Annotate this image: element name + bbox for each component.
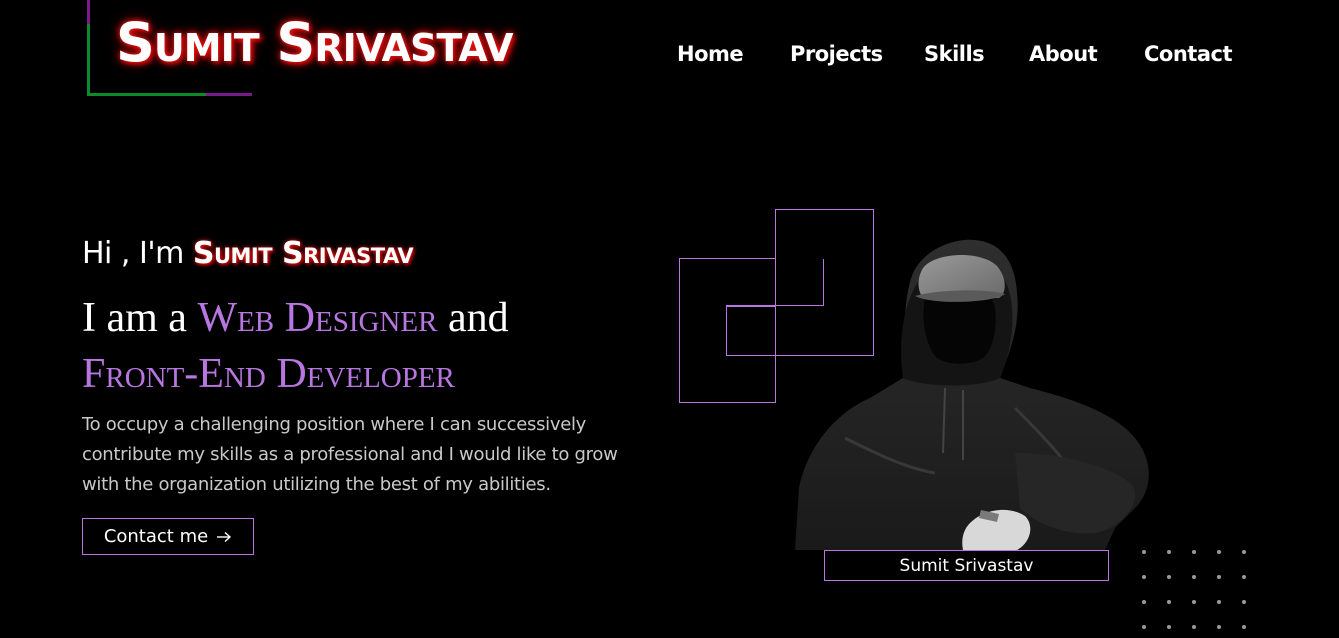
site-logo[interactable]: Sumit Srivastav [116,16,514,70]
decor-dot [1242,600,1246,604]
logo-frame-bottom-border [87,93,252,96]
nav-link-about[interactable]: About [1029,42,1098,66]
nav-link-projects[interactable]: Projects [790,42,883,66]
profile-photo [785,238,1155,550]
dot-grid-decoration [1140,547,1250,638]
headline-role-frontend-developer: Front-End Developer [82,351,455,397]
headline-prefix: I am a [82,295,198,341]
decor-dot [1142,575,1146,579]
decor-dot [1192,550,1196,554]
contact-me-label: Contact me [103,526,209,547]
nav-link-contact[interactable]: Contact [1144,42,1233,66]
logo-frame-left-border [87,0,90,96]
hero-headline: I am a Web Designer and Front-End Develo… [82,290,509,402]
decor-dot [1217,550,1221,554]
nav-link-skills[interactable]: Skills [924,42,985,66]
decor-dot [1217,575,1221,579]
decor-dot [1142,600,1146,604]
decor-dot [1167,625,1171,629]
greeting-prefix: Hi , I'm [82,236,193,271]
decor-dot [1217,625,1221,629]
greeting-name: Sumit Srivastav [192,236,414,271]
decor-dot [1167,550,1171,554]
decor-dot [1142,550,1146,554]
decor-dot [1142,625,1146,629]
hero-greeting: Hi , I'm Sumit Srivastav [82,236,414,271]
headline-and: and [437,295,509,341]
photo-caption: Sumit Srivastav [824,550,1109,581]
arrow-right-icon [216,531,232,543]
headline-role-web-designer: Web Designer [197,295,438,341]
decor-dot [1217,600,1221,604]
decor-dot [1242,575,1246,579]
decor-dot [1167,575,1171,579]
decor-dot [1242,550,1246,554]
decor-dot [1242,625,1246,629]
decorative-square-outline [726,306,776,356]
headline-line-1: I am a Web Designer and [82,290,509,346]
portfolio-page: Sumit Srivastav Home Projects Skills Abo… [0,0,1339,638]
decor-dot [1192,575,1196,579]
decor-dot [1192,625,1196,629]
decor-dot [1192,600,1196,604]
decor-dot [1167,600,1171,604]
headline-line-2: Front-End Developer [82,346,509,402]
contact-me-button[interactable]: Contact me [82,518,254,555]
hero-description: To occupy a challenging position where I… [82,414,618,495]
nav-link-home[interactable]: Home [677,42,744,66]
